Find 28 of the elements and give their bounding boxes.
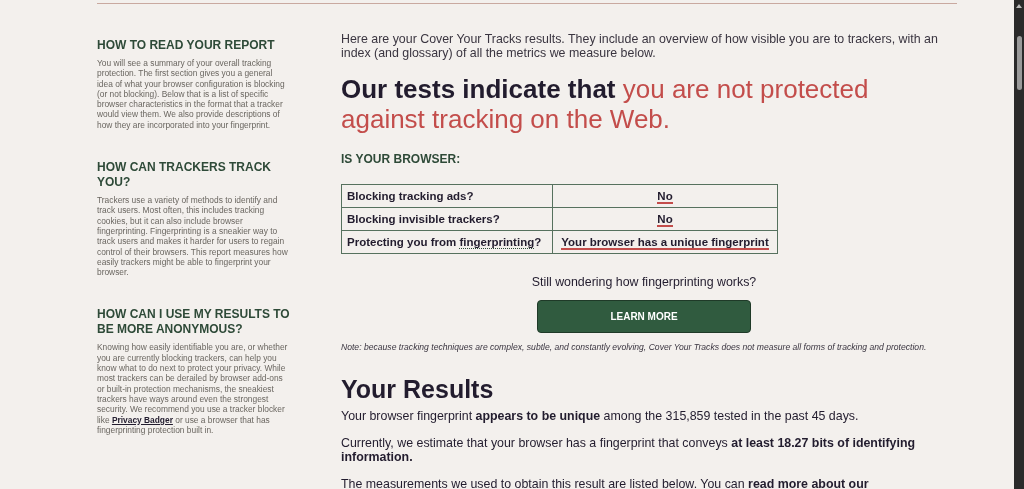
- prompt-text: Still wondering how fingerprinting works?: [530, 275, 758, 289]
- results-paragraph: The measurements we used to obtain this result are listed below. You can read more about our: [341, 476, 870, 489]
- learn-more-button[interactable]: LEARN MORE: [537, 300, 751, 333]
- scroll-up-icon[interactable]: [1016, 4, 1022, 8]
- results-paragraph: Your browser fingerprint appears to be unique among the 315,859 tested in the past 45 days.: [341, 408, 860, 423]
- note-text: Note: because tracking techniques are complex, subtle, and constantly evolving, Cover Your Tracks does not measure all forms of tracking and protection.: [341, 342, 928, 353]
- link[interactable]: Privacy Badger: [111, 414, 173, 425]
- results-paragraph: Currently, we estimate that your browser has a fingerprint that conveys at least 18.27 bits of identifying information.: [341, 435, 917, 464]
- section-paragraph: Trackers use a variety of methods to identify and track users. Most often, this includes tracking cookies, but it can also include browser fingerprinting. Fingerprinting is a sneakier way to track users and makes it harder for users to regain control of their browsers. This report measures how easily trackers might be able to fingerprint your browser.: [97, 195, 289, 278]
- table-cell: No: [657, 213, 673, 227]
- table-cell: Blocking invisible trackers?: [341, 207, 553, 231]
- section-paragraph: You will see a summary of your overall tracking protection. The first section gives you a general idea of what your browser configuration is blocking (or not blocking). Below that is a list of specific browser characteristics in the format that a tracker would view them. We also provide descriptions of how they are incorporated into your fingerprint.: [97, 58, 286, 131]
- scrollbar[interactable]: [1014, 0, 1024, 489]
- table-cell: Protecting you from fingerprinting?: [341, 230, 553, 254]
- results-heading: Your Results: [341, 374, 495, 403]
- section-heading: HOW TO READ YOUR REPORT: [97, 38, 276, 53]
- link[interactable]: fingerprinting: [459, 236, 535, 249]
- intro-paragraph: Here are your Cover Your Tracks results. They include an overview of how visible you are to trackers, with an index (and glossary) of all the metrics we measure below.: [341, 32, 939, 60]
- table-cell: Blocking tracking ads?: [341, 184, 553, 208]
- section-heading: HOW CAN I USE MY RESULTS TO BE MORE ANONYMOUS?: [97, 307, 290, 338]
- table-cell: Your browser has a unique fingerprint: [561, 236, 769, 250]
- section-heading: HOW CAN TRACKERS TRACK YOU?: [97, 160, 272, 191]
- scroll-thumb[interactable]: [1016, 36, 1022, 90]
- table-cell: No: [657, 190, 673, 204]
- section-heading: IS YOUR BROWSER:: [341, 152, 462, 166]
- section-paragraph: Knowing how easily identifiable you are, or whether you are currently blocking trackers, can help you know what to do next to protect your privacy. While most trackers can be derailed by browser add-ons or built-in protection mechanisms, the sneakiest trackers have ways around even the strongest security. We recommend you use a tracker blocker like Privacy Badger or use a browser that has fingerprinting protection built in.: [97, 342, 289, 436]
- headline: Our tests indicate that you are not protected against tracking on the Web.: [341, 74, 870, 134]
- link[interactable]: read more about our: [748, 476, 869, 489]
